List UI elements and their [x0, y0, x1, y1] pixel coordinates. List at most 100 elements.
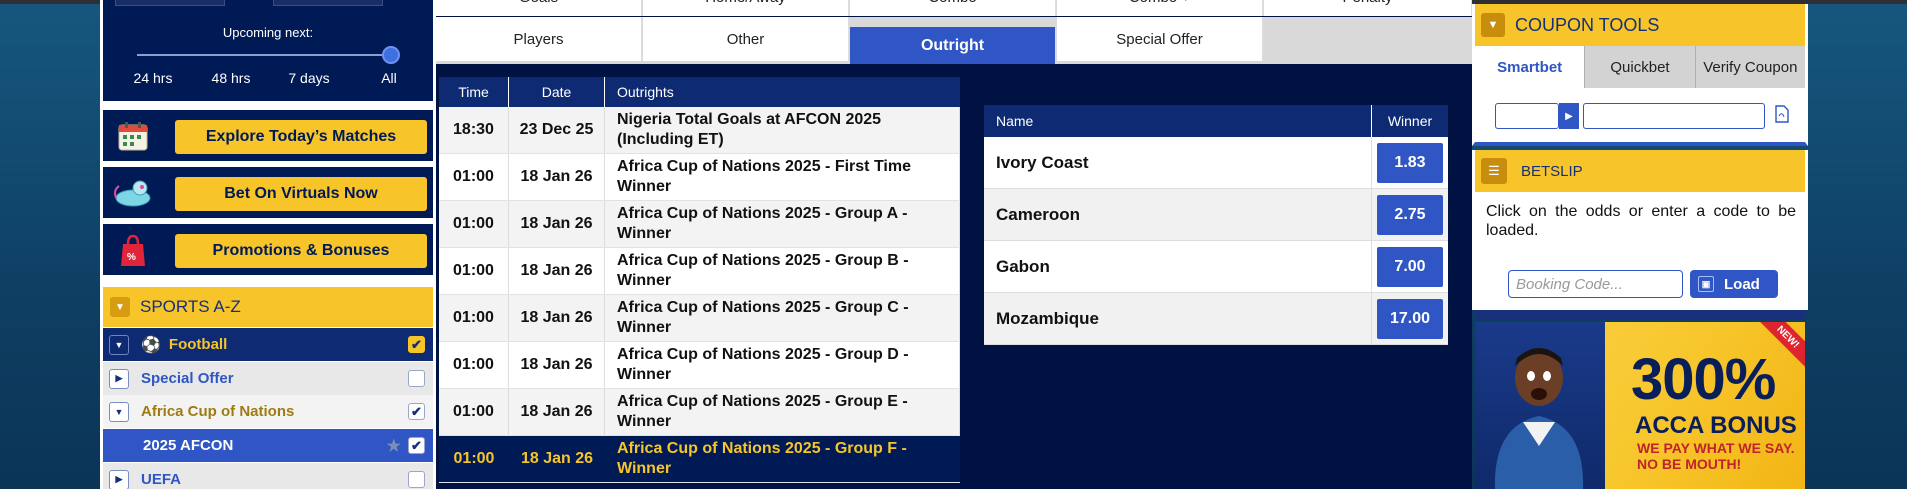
sport-item-football[interactable]: ▼ ⚽ Football ✔ — [103, 328, 433, 361]
chevron-right-icon[interactable]: ▶ — [109, 368, 129, 389]
banner-headline: ACCA BONUS — [1635, 412, 1797, 439]
row-outright-name: Africa Cup of Nations 2025 - Group A - W… — [605, 201, 960, 247]
chevron-down-icon[interactable]: ▼ — [109, 334, 129, 355]
slider-stop-7days[interactable]: 7 days — [279, 70, 339, 86]
table-row[interactable]: 01:00 18 Jan 26 Africa Cup of Nations 2025… — [439, 248, 960, 295]
explore-matches-button[interactable]: Explore Today’s Matches — [175, 120, 427, 154]
upcoming-slider-knob[interactable] — [382, 46, 400, 64]
checkbox-unchecked[interactable] — [408, 370, 425, 387]
row-date: 18 Jan 26 — [520, 450, 594, 467]
tab-special-offer[interactable]: Special Offer — [1057, 17, 1263, 61]
checkbox-unchecked[interactable] — [408, 471, 425, 488]
promo-bonuses: % Promotions & Bonuses — [100, 224, 436, 278]
chevron-down-icon[interactable]: ▼ — [109, 401, 129, 422]
upcoming-slider-track[interactable] — [137, 54, 392, 56]
calendar-icon — [113, 116, 153, 156]
tab-home-away[interactable]: Home/Away — [643, 0, 849, 16]
odds-button[interactable]: 1.83 — [1377, 142, 1443, 183]
sports-az-header[interactable]: ▼ SPORTS A-Z — [100, 287, 436, 327]
row-outright-name: Africa Cup of Nations 2025 - Group F - W… — [617, 440, 907, 477]
tab-outright[interactable]: Outright — [850, 27, 1056, 64]
table-row: Mozambique 17.00 — [984, 293, 1448, 345]
betslip-header[interactable]: ☰ BETSLIP — [1472, 150, 1808, 192]
betslip-message: Click on the odds or enter a code to be … — [1486, 203, 1796, 239]
upcoming-label: Upcoming next: — [222, 25, 314, 40]
promotions-bonuses-button[interactable]: Promotions & Bonuses — [175, 234, 427, 268]
tab-smartbet[interactable]: Smartbet — [1475, 46, 1585, 88]
sport-item-uefa[interactable]: ▶ UEFA — [103, 463, 433, 489]
col-time: Time — [439, 77, 509, 107]
tab-verify-coupon[interactable]: Verify Coupon — [1694, 46, 1805, 88]
shopping-bag-icon: % — [113, 230, 153, 270]
checkbox-checked[interactable]: ✔ — [408, 437, 425, 454]
banner-tagline-2: NO BE MOUTH! — [1637, 456, 1742, 472]
list-icon: ☰ — [1481, 158, 1507, 184]
winner-odds-table: Name Winner Ivory Coast 1.83 Cameroon 2.75… — [984, 105, 1448, 345]
odds-button[interactable]: 7.00 — [1377, 246, 1443, 287]
tab-quickbet[interactable]: Quickbet — [1584, 46, 1695, 88]
smartbet-input[interactable] — [1583, 103, 1765, 129]
slider-stop-48hrs[interactable]: 48 hrs — [201, 70, 261, 86]
slider-stop-all[interactable]: All — [359, 70, 419, 86]
sport-item-2025-afcon[interactable]: 2025 AFCON ★ ✔ — [103, 429, 433, 462]
pdf-icon[interactable] — [1775, 105, 1793, 127]
date-picker-field[interactable] — [273, 0, 383, 6]
row-date: 18 Jan 26 — [509, 201, 605, 247]
row-time: 01:00 — [439, 295, 509, 341]
tab-other[interactable]: Other — [643, 17, 849, 61]
table-row: Ivory Coast 1.83 — [984, 137, 1448, 189]
table-row-selected[interactable]: 01:00 18 Jan 26 Africa Cup of Nations 2025… — [439, 436, 960, 483]
outrights-header: Time Date Outrights — [439, 77, 960, 107]
row-outright-name: Nigeria Total Goals at AFCON 2025 (Inclu… — [605, 107, 960, 153]
upcoming-filter-panel: Upcoming next: 24 hrs 48 hrs 7 days All — [100, 0, 436, 104]
team-name: Mozambique — [984, 293, 1372, 344]
promo-virtuals: Bet On Virtuals Now — [100, 167, 436, 221]
tab-goals[interactable]: Goals — [436, 0, 642, 16]
odds-button[interactable]: 2.75 — [1377, 194, 1443, 235]
bet-virtuals-button[interactable]: Bet On Virtuals Now — [175, 177, 427, 211]
odds-button[interactable]: 17.00 — [1377, 298, 1443, 339]
table-row[interactable]: 01:00 18 Jan 26 Africa Cup of Nations 2025… — [439, 295, 960, 342]
checkbox-checked[interactable]: ✔ — [408, 403, 425, 420]
checkbox-checked[interactable]: ✔ — [408, 336, 425, 353]
row-time: 01:00 — [453, 450, 495, 467]
star-icon[interactable]: ★ — [387, 436, 401, 456]
sport-item-special-offer[interactable]: ▶ Special Offer — [103, 362, 433, 395]
slider-stop-24hrs[interactable]: 24 hrs — [123, 70, 183, 86]
right-sidebar: ▼ COUPON TOOLS Smartbet Quickbet Verify … — [1472, 0, 1808, 489]
table-row[interactable]: 01:00 18 Jan 26 Africa Cup of Nations 2025… — [439, 154, 960, 201]
chevron-down-icon: ▼ — [110, 297, 130, 317]
promo-explore-matches: Explore Today’s Matches — [100, 110, 436, 164]
row-outright-name: Africa Cup of Nations 2025 - Group C - W… — [605, 295, 960, 341]
row-date: 18 Jan 26 — [509, 248, 605, 294]
table-row[interactable]: 01:00 18 Jan 26 Africa Cup of Nations 2025… — [439, 201, 960, 248]
booking-code-input[interactable]: Booking Code... — [1508, 270, 1683, 298]
row-time: 01:00 — [439, 342, 509, 388]
sport-item-africa-cup[interactable]: ▼ Africa Cup of Nations ✔ — [103, 395, 433, 428]
tab-players[interactable]: Players — [436, 17, 642, 61]
acca-bonus-banner[interactable]: 300% ACCA BONUS WE PAY WHAT WE SAY. NO B… — [1475, 322, 1805, 489]
betslip-title: BETSLIP — [1521, 162, 1583, 180]
sport-item-label: Special Offer — [141, 370, 234, 387]
chevron-right-icon[interactable]: ▶ — [109, 469, 129, 489]
sport-item-label: Football — [168, 336, 228, 353]
smartbet-select[interactable] — [1495, 103, 1559, 129]
tab-combo-plus[interactable]: Combo + — [1057, 0, 1263, 16]
coupon-tabs: Smartbet Quickbet Verify Coupon — [1472, 46, 1808, 88]
tab-combo[interactable]: Combo — [850, 0, 1056, 16]
table-row[interactable]: 01:00 18 Jan 26 Africa Cup of Nations 2025… — [439, 342, 960, 389]
tab-penalty[interactable]: Penalty — [1264, 0, 1472, 16]
main-content: Goals Home/Away Combo Combo + Penalty Pl… — [436, 0, 1472, 489]
col-outrights: Outrights — [617, 84, 674, 100]
row-date: 18 Jan 26 — [509, 342, 605, 388]
team-name: Ivory Coast — [984, 137, 1372, 188]
table-row[interactable]: 18:30 23 Dec 25 Nigeria Total Goals at AFC… — [439, 107, 960, 154]
row-date: 23 Dec 25 — [509, 107, 605, 153]
table-row[interactable]: 01:00 18 Jan 26 Africa Cup of Nations 2025… — [439, 389, 960, 436]
left-sidebar: Upcoming next: 24 hrs 48 hrs 7 days All … — [100, 0, 436, 489]
virtual-mouse-icon — [113, 173, 153, 213]
play-arrow-icon[interactable]: ▶ — [1559, 103, 1579, 129]
coupon-tools-header[interactable]: ▼ COUPON TOOLS — [1472, 4, 1808, 46]
load-button[interactable]: ▣ Load — [1690, 270, 1778, 298]
date-picker-field[interactable] — [115, 0, 225, 6]
